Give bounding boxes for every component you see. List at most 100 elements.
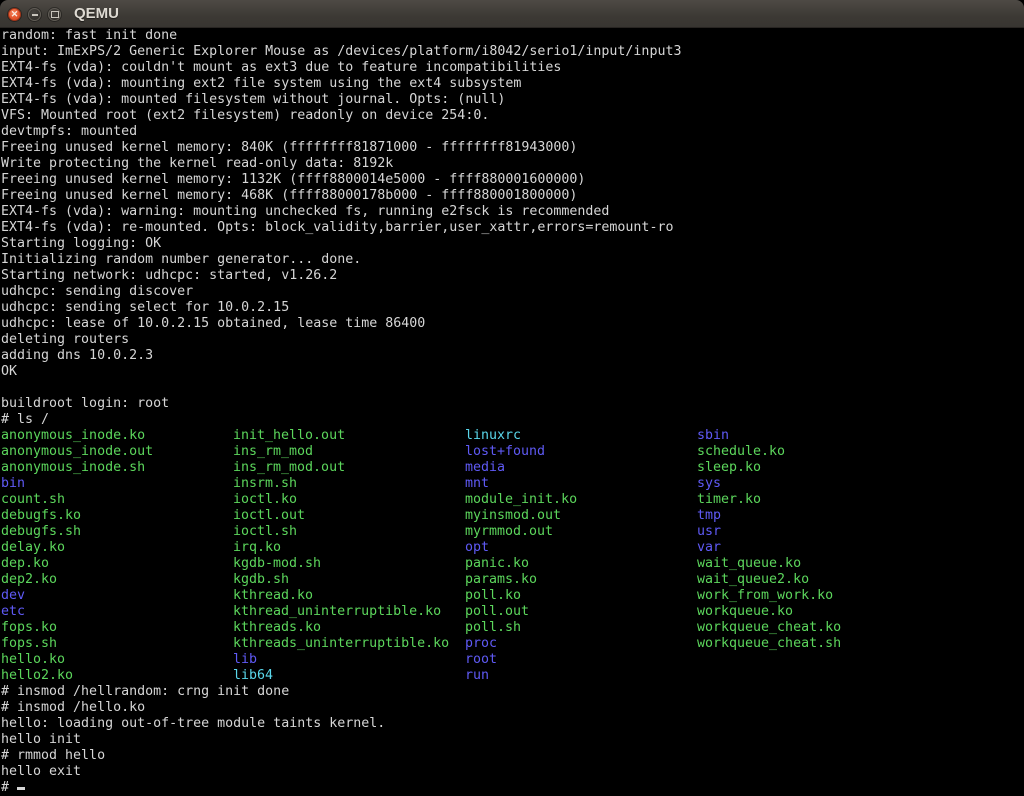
file-entry: workqueue_cheat.sh bbox=[697, 636, 841, 652]
maximize-button[interactable] bbox=[48, 8, 61, 21]
console-line: Freeing unused kernel memory: 1132K (fff… bbox=[1, 172, 1024, 188]
file-entry: hello.ko bbox=[1, 652, 233, 668]
terminal-output: random: fast init doneinput: ImExPS/2 Ge… bbox=[1, 28, 1024, 796]
file-entry: workqueue_cheat.ko bbox=[697, 620, 841, 636]
file-entry: workqueue.ko bbox=[697, 604, 793, 620]
file-entry: delay.ko bbox=[1, 540, 233, 556]
console-line: # insmod /hellrandom: crng init done bbox=[1, 684, 1024, 700]
console-line: EXT4-fs (vda): couldn't mount as ext3 du… bbox=[1, 60, 1024, 76]
file-entry: sleep.ko bbox=[697, 460, 761, 476]
console-line: Freeing unused kernel memory: 840K (ffff… bbox=[1, 140, 1024, 156]
file-entry: anonymous_inode.out bbox=[1, 444, 233, 460]
file-entry: init_hello.out bbox=[233, 428, 465, 444]
file-entry: bin bbox=[1, 476, 233, 492]
console-line: udhcpc: lease of 10.0.2.15 obtained, lea… bbox=[1, 316, 1024, 332]
file-entry: lost+found bbox=[465, 444, 697, 460]
console-line: Initializing random number generator... … bbox=[1, 252, 1024, 268]
file-entry: panic.ko bbox=[465, 556, 697, 572]
file-entry: poll.ko bbox=[465, 588, 697, 604]
file-entry: wait_queue.ko bbox=[697, 556, 801, 572]
close-button[interactable]: ✕ bbox=[8, 8, 21, 21]
file-entry: debugfs.sh bbox=[1, 524, 233, 540]
file-entry: fops.sh bbox=[1, 636, 233, 652]
file-entry: module_init.ko bbox=[465, 492, 697, 508]
ls-output-row: fops.kokthreads.kopoll.shworkqueue_cheat… bbox=[1, 620, 1024, 636]
file-entry: kgdb-mod.sh bbox=[233, 556, 465, 572]
shell-prompt: # bbox=[1, 780, 17, 795]
file-entry: ioctl.out bbox=[233, 508, 465, 524]
console-line: VFS: Mounted root (ext2 filesystem) read… bbox=[1, 108, 1024, 124]
console-line: # rmmod hello bbox=[1, 748, 1024, 764]
file-entry: run bbox=[465, 668, 489, 684]
console-line: EXT4-fs (vda): warning: mounting uncheck… bbox=[1, 204, 1024, 220]
console-line: OK bbox=[1, 364, 1024, 380]
ls-output-row: dep.kokgdb-mod.shpanic.kowait_queue.ko bbox=[1, 556, 1024, 572]
console-line: hello init bbox=[1, 732, 1024, 748]
file-entry: dep.ko bbox=[1, 556, 233, 572]
file-entry: lib bbox=[233, 652, 465, 668]
file-entry: usr bbox=[697, 524, 721, 540]
ls-output-row: debugfs.shioctl.shmyrmmod.outusr bbox=[1, 524, 1024, 540]
console-line: EXT4-fs (vda): mounted filesystem withou… bbox=[1, 92, 1024, 108]
file-entry: anonymous_inode.ko bbox=[1, 428, 233, 444]
file-entry: kgdb.sh bbox=[233, 572, 465, 588]
ls-output-row: dep2.kokgdb.shparams.kowait_queue2.ko bbox=[1, 572, 1024, 588]
file-entry: poll.sh bbox=[465, 620, 697, 636]
minimize-icon bbox=[32, 14, 38, 16]
ls-output-row: anonymous_inode.shins_rm_mod.outmediasle… bbox=[1, 460, 1024, 476]
terminal-screen[interactable]: random: fast init doneinput: ImExPS/2 Ge… bbox=[0, 28, 1024, 796]
file-entry: myinsmod.out bbox=[465, 508, 697, 524]
minimize-button[interactable] bbox=[28, 8, 41, 21]
file-entry: media bbox=[465, 460, 697, 476]
file-entry: work_from_work.ko bbox=[697, 588, 833, 604]
console-line bbox=[1, 380, 1024, 396]
file-entry: count.sh bbox=[1, 492, 233, 508]
console-line: EXT4-fs (vda): re-mounted. Opts: block_v… bbox=[1, 220, 1024, 236]
file-entry: dev bbox=[1, 588, 233, 604]
file-entry: ioctl.sh bbox=[233, 524, 465, 540]
ls-output-row: anonymous_inode.koinit_hello.outlinuxrcs… bbox=[1, 428, 1024, 444]
file-entry: params.ko bbox=[465, 572, 697, 588]
file-entry: schedule.ko bbox=[697, 444, 785, 460]
file-entry: root bbox=[465, 652, 497, 668]
console-line: udhcpc: sending select for 10.0.2.15 bbox=[1, 300, 1024, 316]
console-line: buildroot login: root bbox=[1, 396, 1024, 412]
file-entry: ins_rm_mod.out bbox=[233, 460, 465, 476]
file-entry: ioctl.ko bbox=[233, 492, 465, 508]
ls-output-row: fops.shkthreads_uninterruptible.koprocwo… bbox=[1, 636, 1024, 652]
ls-output-row: etckthread_uninterruptible.kopoll.outwor… bbox=[1, 604, 1024, 620]
file-entry: linuxrc bbox=[465, 428, 697, 444]
ls-output-row: devkthread.kopoll.kowork_from_work.ko bbox=[1, 588, 1024, 604]
file-entry: var bbox=[697, 540, 721, 556]
console-line: Starting network: udhcpc: started, v1.26… bbox=[1, 268, 1024, 284]
file-entry: wait_queue2.ko bbox=[697, 572, 809, 588]
file-entry: etc bbox=[1, 604, 233, 620]
maximize-icon bbox=[51, 11, 59, 18]
console-line: # insmod /hello.ko bbox=[1, 700, 1024, 716]
file-entry: insrm.sh bbox=[233, 476, 465, 492]
file-entry: debugfs.ko bbox=[1, 508, 233, 524]
window-title: QEMU bbox=[74, 0, 119, 28]
ls-output-row: debugfs.koioctl.outmyinsmod.outtmp bbox=[1, 508, 1024, 524]
ls-output-row: hello.kolibroot bbox=[1, 652, 1024, 668]
terminal-cursor bbox=[17, 787, 25, 790]
console-line: hello: loading out-of-tree module taints… bbox=[1, 716, 1024, 732]
file-entry: proc bbox=[465, 636, 697, 652]
file-entry: poll.out bbox=[465, 604, 697, 620]
file-entry: sbin bbox=[697, 428, 729, 444]
file-entry: dep2.ko bbox=[1, 572, 233, 588]
file-entry: tmp bbox=[697, 508, 721, 524]
file-entry: mnt bbox=[465, 476, 697, 492]
file-entry: ins_rm_mod bbox=[233, 444, 465, 460]
console-line: # ls / bbox=[1, 412, 1024, 428]
file-entry: anonymous_inode.sh bbox=[1, 460, 233, 476]
ls-output-row: hello2.kolib64run bbox=[1, 668, 1024, 684]
file-entry: kthread_uninterruptible.ko bbox=[233, 604, 465, 620]
ls-output-row: bininsrm.shmntsys bbox=[1, 476, 1024, 492]
file-entry: irq.ko bbox=[233, 540, 465, 556]
console-line: Freeing unused kernel memory: 468K (ffff… bbox=[1, 188, 1024, 204]
file-entry: kthread.ko bbox=[233, 588, 465, 604]
console-line: deleting routers bbox=[1, 332, 1024, 348]
console-line: Write protecting the kernel read-only da… bbox=[1, 156, 1024, 172]
console-line: Starting logging: OK bbox=[1, 236, 1024, 252]
